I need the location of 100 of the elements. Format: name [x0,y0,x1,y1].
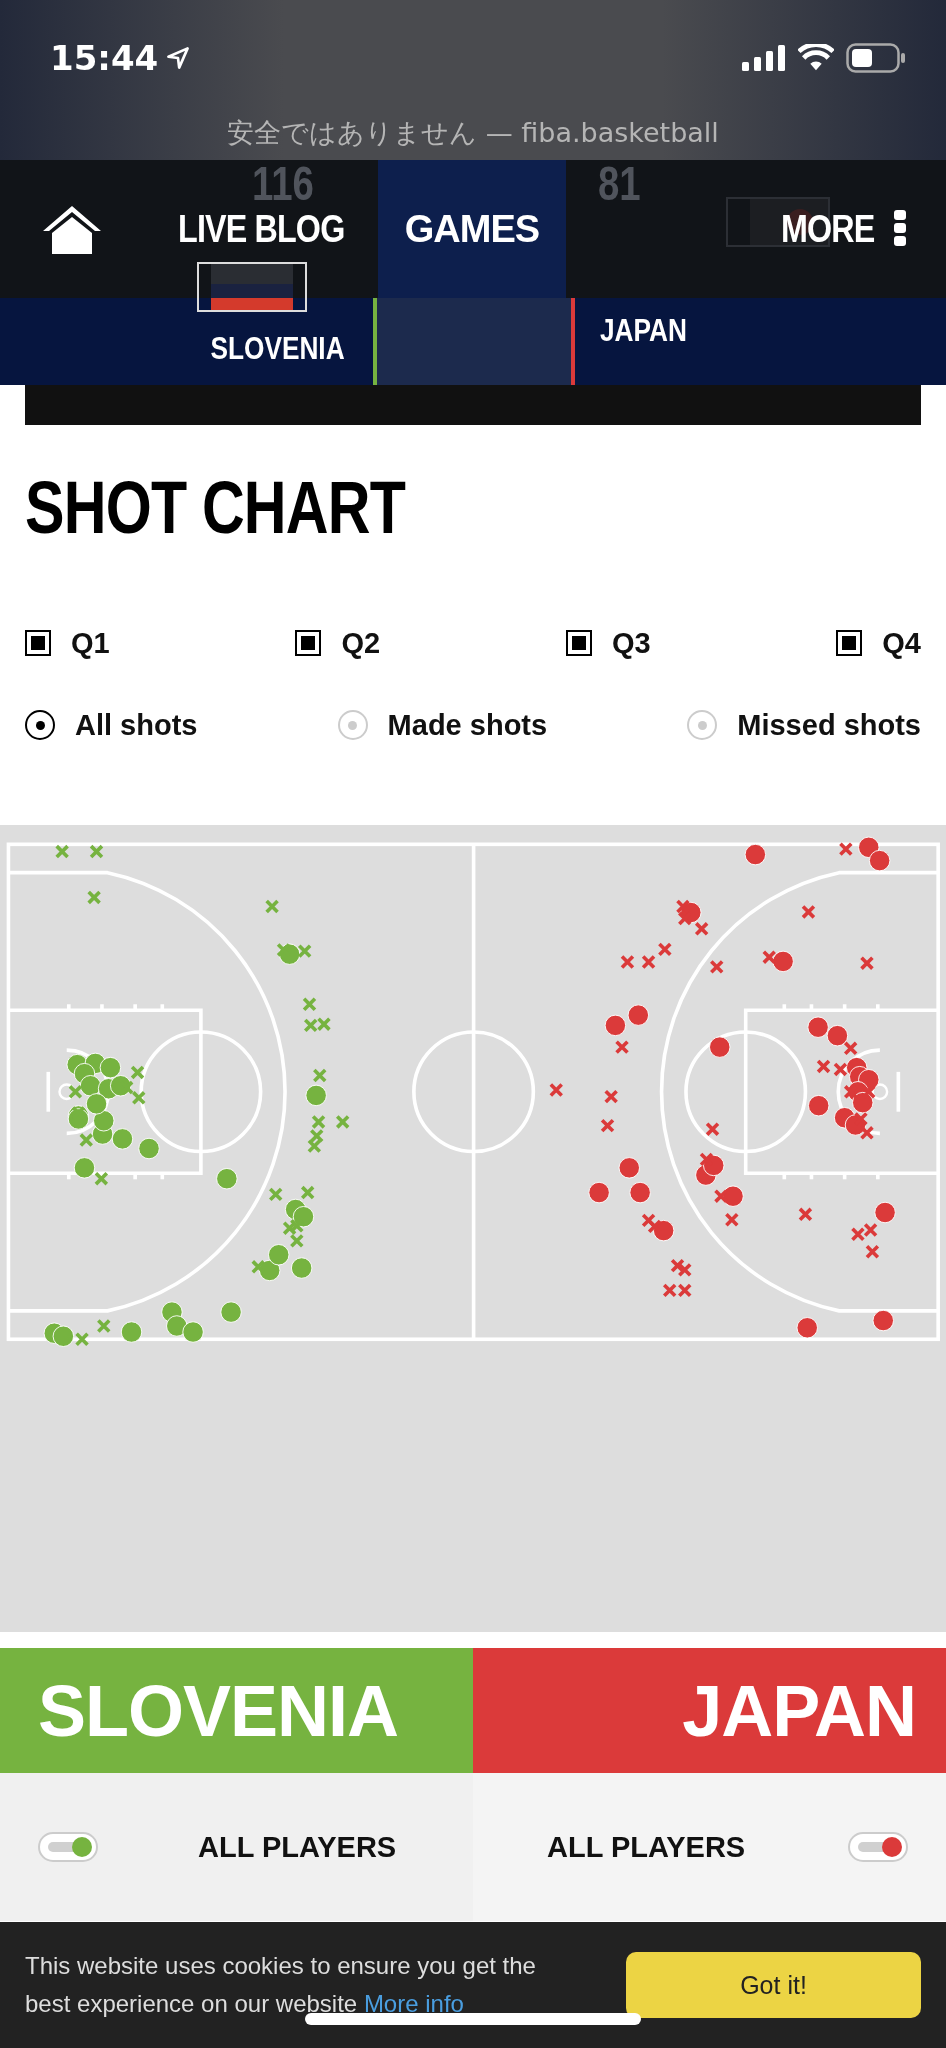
flag-icon [197,262,307,312]
missed-shot-marker [94,1171,109,1186]
missed-shot-marker [850,1227,866,1242]
missed-shot-marker [709,959,724,975]
made-shot-marker [618,1157,640,1179]
made-shot-marker [278,943,301,965]
made-shot-marker [52,1325,75,1347]
made-shot-marker [93,1110,115,1132]
nav-tab[interactable]: MORE [781,209,875,249]
missed-shot-marker [282,1220,297,1236]
players-label: ALL PLAYERS [547,1830,746,1864]
missed-shot-marker [289,1233,305,1249]
checkbox-label[interactable]: Q3 [611,626,651,660]
missed-shot-marker [641,954,656,970]
missed-shot-marker [251,1259,266,1275]
made-shot-marker [182,1321,204,1343]
made-shot-marker [627,1004,650,1026]
wifi-icon [798,43,834,72]
team-header: JAPAN [473,1648,946,1773]
made-shot-marker [268,1244,290,1266]
missed-shot-marker [289,1218,305,1234]
missed-shot-marker [677,1283,692,1298]
made-shot-marker [796,1317,818,1339]
battery-icon [846,42,906,73]
made-shot-marker [604,1014,627,1037]
made-shot-marker [703,1154,725,1177]
accept-button[interactable]: Got it! [626,1952,921,2018]
away-score: 81 [598,162,641,206]
missed-shot-marker [647,1219,662,1234]
missed-shot-marker [816,1059,831,1074]
checkbox-label[interactable]: Q4 [882,626,921,660]
status-time: 15:44 [50,37,159,78]
missed-shot-marker [335,1114,350,1130]
nav-tab[interactable]: GAMES [378,160,566,298]
more-info-link[interactable]: More info [363,1990,464,2017]
missed-shot-marker [677,1262,692,1278]
made-shot-marker [744,843,767,866]
missed-shot-marker [264,899,280,914]
missed-shot-marker [549,1082,564,1098]
missed-shot-marker [131,1090,146,1106]
team-name: SLOVENIA [210,330,345,367]
made-shot-marker [709,1036,731,1058]
toggle-switch[interactable] [38,1832,98,1862]
url-text: 安全ではありません — fiba.basketball [227,116,719,150]
missed-shot-marker [268,1187,283,1202]
more-icon[interactable] [894,210,906,246]
missed-shot-marker [297,943,312,959]
missed-shot-marker [89,844,104,859]
toggle-switch[interactable] [848,1832,908,1862]
radio-label[interactable]: All shots [75,708,198,742]
missed-shot-marker [838,841,854,857]
missed-shot-marker [74,1332,90,1347]
missed-shot-marker [675,899,691,914]
radio-label[interactable]: Missed shots [737,708,921,742]
missed-shot-marker [311,1114,326,1130]
radio-button[interactable] [25,710,55,740]
missed-shot-marker [641,1213,656,1228]
made-shot-marker [109,1075,132,1097]
made-shot-marker [99,1056,122,1079]
checkbox-label[interactable]: Q1 [71,626,110,660]
radio-label[interactable]: Made shots [387,708,548,742]
missed-shot-marker [677,911,692,926]
checkbox[interactable] [836,630,863,656]
missed-shot-marker [300,1185,315,1200]
made-shot-marker [772,950,794,973]
team-name: JAPAN [600,312,687,349]
checkbox[interactable] [565,630,592,656]
made-shot-marker [808,1094,830,1117]
home-score: 116 [252,162,314,206]
missed-shot-marker [853,1111,869,1127]
missed-shot-marker [762,949,777,965]
made-shot-marker [166,1315,188,1337]
team-header: SLOVENIA [0,1648,473,1773]
missed-shot-marker [865,1244,880,1259]
players-label: ALL PLAYERS [198,1830,397,1864]
missed-shot-marker [303,1018,318,1033]
made-shot-marker [826,1024,849,1047]
missed-shot-marker [614,1039,630,1055]
nav-tab[interactable]: LIVE BLOG [178,209,348,249]
missed-shot-marker [724,1212,740,1227]
missed-shot-marker [801,904,816,920]
missed-shot-marker [96,1318,111,1334]
missed-shot-marker [713,1188,729,1204]
missed-shot-marker [859,956,875,971]
section-title: SHOT CHART [25,465,407,551]
made-shot-marker [588,1181,610,1204]
made-shot-marker [629,1181,651,1204]
missed-shot-marker [798,1207,813,1222]
checkbox-label[interactable]: Q2 [341,626,381,660]
made-shot-marker [874,1201,896,1224]
checkbox[interactable] [295,630,322,656]
missed-shot-marker [620,954,635,970]
made-shot-marker [652,1219,675,1242]
checkbox[interactable] [25,630,51,656]
missed-shot-marker [705,1121,720,1137]
missed-shot-marker [859,1125,875,1141]
made-shot-marker [220,1301,242,1323]
made-shot-marker [120,1321,143,1343]
made-shot-marker [680,901,702,924]
missed-shot-marker [843,1041,858,1056]
